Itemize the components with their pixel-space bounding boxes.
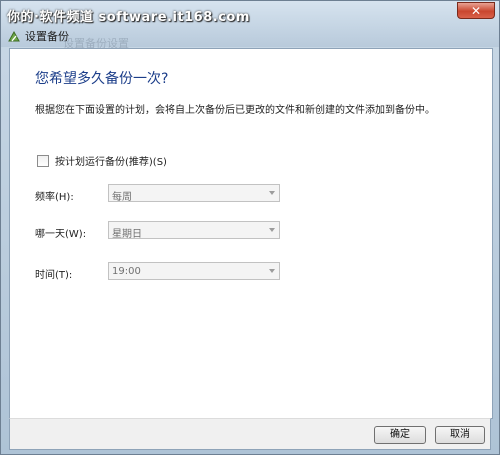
backup-icon	[7, 29, 21, 43]
day-label: 哪一天(W):	[35, 229, 87, 240]
close-icon: ✕	[470, 4, 482, 18]
time-value: 19:00	[112, 266, 141, 277]
frequency-value: 每周	[112, 192, 132, 203]
window-title-row: 设置备份	[7, 28, 69, 44]
time-label: 时间(T):	[35, 270, 73, 281]
schedule-checkbox-label: 按计划运行备份(推荐)(S)	[55, 157, 167, 168]
day-select[interactable]: 星期日	[108, 221, 280, 240]
chevron-down-icon	[269, 269, 275, 273]
page-heading: 您希望多久备份一次?	[35, 71, 169, 87]
backup-settings-window: 你的·软件频道 software.it168.com ✕ 设置备份 设置备份设置…	[0, 0, 500, 455]
day-value: 星期日	[112, 229, 142, 240]
schedule-checkbox[interactable]	[37, 154, 49, 167]
ok-button[interactable]: 确定	[374, 426, 426, 444]
page-description: 根据您在下面设置的计划，会将自上次备份后已更改的文件和新创建的文件添加到备份中。	[35, 105, 435, 116]
close-button[interactable]: ✕	[457, 2, 495, 19]
frequency-select[interactable]: 每周	[108, 184, 280, 203]
title-bar: 你的·软件频道 software.it168.com ✕ 设置备份 设置备份设置	[1, 1, 499, 50]
time-select[interactable]: 19:00	[108, 262, 280, 280]
button-bar: 确定 取消	[9, 418, 491, 450]
frequency-label: 频率(H):	[35, 192, 74, 203]
watermark-text: 你的·软件频道 software.it168.com	[7, 10, 250, 25]
chevron-down-icon	[269, 228, 275, 232]
schedule-checkbox-row[interactable]: 按计划运行备份(推荐)(S)	[37, 153, 167, 168]
content-panel: 您希望多久备份一次? 根据您在下面设置的计划，会将自上次备份后已更改的文件和新创…	[9, 48, 493, 419]
cancel-button[interactable]: 取消	[435, 426, 485, 444]
chevron-down-icon	[269, 191, 275, 195]
